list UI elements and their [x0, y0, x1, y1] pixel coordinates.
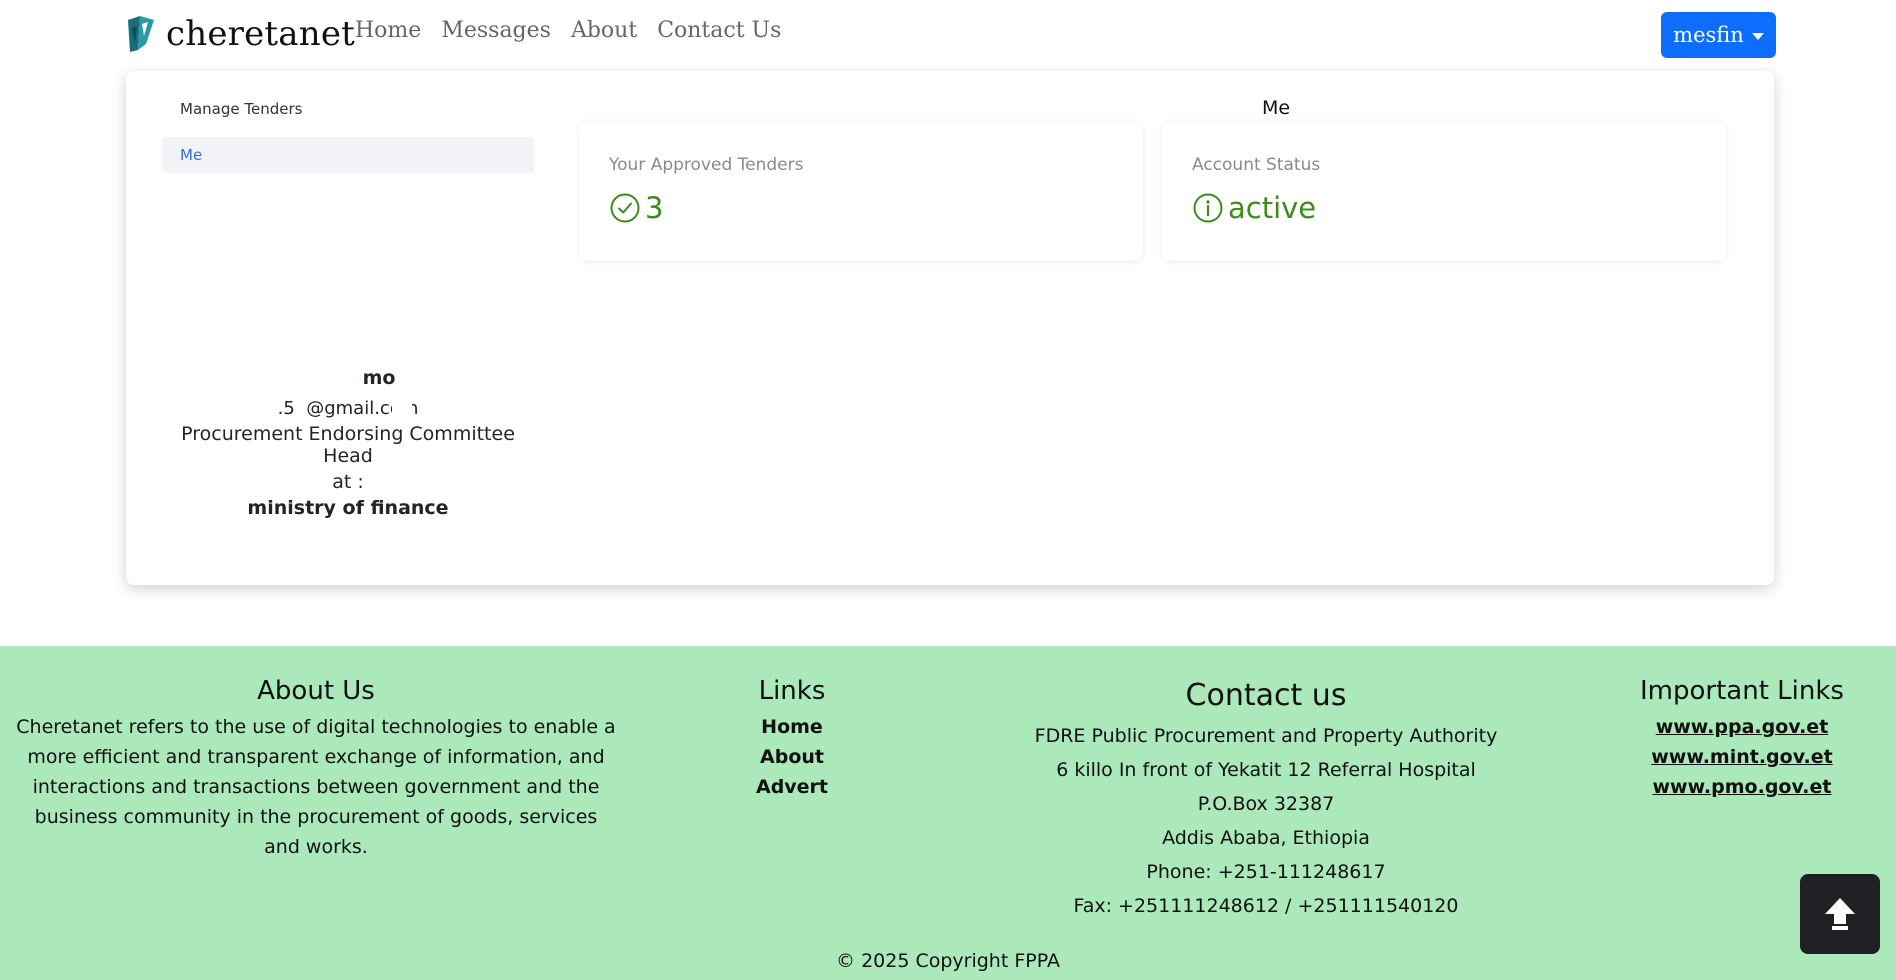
footer-contact-phone: Phone: +251-111248617	[1146, 861, 1386, 883]
account-status-value: active	[1228, 191, 1317, 225]
caret-down-icon	[1751, 32, 1764, 40]
footer-link-pmo[interactable]: www.pmo.gov.et	[1626, 772, 1858, 802]
footer-links-title: Links	[758, 676, 826, 706]
copyright: © 2025 Copyright FPPA	[836, 950, 1060, 972]
footer-contact-line: Addis Ababa, Ethiopia	[1162, 827, 1370, 849]
footer-link-about[interactable]: About	[742, 742, 842, 772]
user-menu-button[interactable]: mesfin	[1661, 12, 1776, 58]
footer-contact-line: P.O.Box 32387	[1197, 793, 1335, 815]
profile-name: mo	[362, 367, 396, 389]
sidebar-item-manage-tenders[interactable]: Manage Tenders	[162, 91, 534, 127]
account-status-card: Account Status active	[1162, 121, 1726, 261]
page-title: Me	[1261, 97, 1291, 119]
nav-contact-link[interactable]: Contact Us	[657, 18, 781, 43]
profile-role: Procurement Endorsing Committee Head	[181, 423, 515, 467]
footer-contact: Contact us FDRE Public Procurement and P…	[1018, 676, 1514, 923]
nav-about-link[interactable]: About	[571, 18, 637, 43]
nav-home-link[interactable]: Home	[355, 18, 421, 43]
footer-contact-line: FDRE Public Procurement and Property Aut…	[1034, 725, 1498, 747]
account-status-value-row: active	[1192, 191, 1316, 225]
footer-contact-fax: Fax: +251111248612 / +251111540120	[1073, 895, 1459, 917]
approved-tenders-count: 3	[645, 191, 664, 225]
user-menu-label: mesfin	[1673, 23, 1744, 47]
nav-messages-link[interactable]: Messages	[441, 18, 551, 43]
dashboard-card: Manage Tenders Me Me Your Approved Tende…	[126, 71, 1774, 585]
arrow-up-icon	[1825, 898, 1855, 930]
footer-about: About Us Cheretanet refers to the use of…	[14, 676, 618, 862]
check-circle-icon	[610, 193, 640, 223]
approved-tenders-card: Your Approved Tenders 3	[579, 121, 1143, 261]
sidebar-item-me[interactable]: Me	[162, 137, 534, 173]
approved-tenders-value-row: 3	[609, 191, 663, 225]
footer-contact-line: 6 killo In front of Yekatit 12 Referral …	[1056, 759, 1476, 781]
footer-about-title: About Us	[257, 676, 375, 706]
profile-organization: ministry of finance	[247, 497, 449, 519]
redaction-mask	[392, 398, 412, 420]
brand-name: cheretanet	[166, 14, 356, 54]
profile-at-label: at :	[332, 471, 364, 493]
footer-important-links: Important Links www.ppa.gov.et www.mint.…	[1626, 676, 1858, 802]
footer-about-text: Cheretanet refers to the use of digital …	[16, 716, 616, 858]
nav-links: Home Messages About Contact Us	[355, 18, 781, 43]
redaction-mask	[295, 398, 307, 420]
account-status-label: Account Status	[1192, 155, 1321, 175]
cheretanet-logo-icon	[128, 16, 154, 52]
info-circle-icon	[1193, 193, 1223, 223]
navbar: cheretanet Home Messages About Contact U…	[0, 0, 1896, 70]
footer-link-advert[interactable]: Advert	[742, 772, 842, 802]
footer-link-mint[interactable]: www.mint.gov.et	[1626, 742, 1858, 772]
approved-tenders-label: Your Approved Tenders	[609, 155, 804, 175]
footer-important-title: Important Links	[1640, 676, 1844, 706]
brand[interactable]: cheretanet	[126, 14, 355, 54]
footer-link-ppa[interactable]: www.ppa.gov.et	[1626, 712, 1858, 742]
footer-links: Links Home About Advert	[742, 676, 842, 802]
scroll-to-top-button[interactable]	[1800, 874, 1880, 954]
profile-email: .54@gmail.com	[162, 398, 534, 420]
profile-info: mo .54@gmail.com Procurement Endorsing C…	[162, 367, 534, 519]
footer: About Us Cheretanet refers to the use of…	[0, 646, 1896, 980]
footer-contact-title: Contact us	[1185, 678, 1347, 713]
footer-link-home[interactable]: Home	[742, 712, 842, 742]
